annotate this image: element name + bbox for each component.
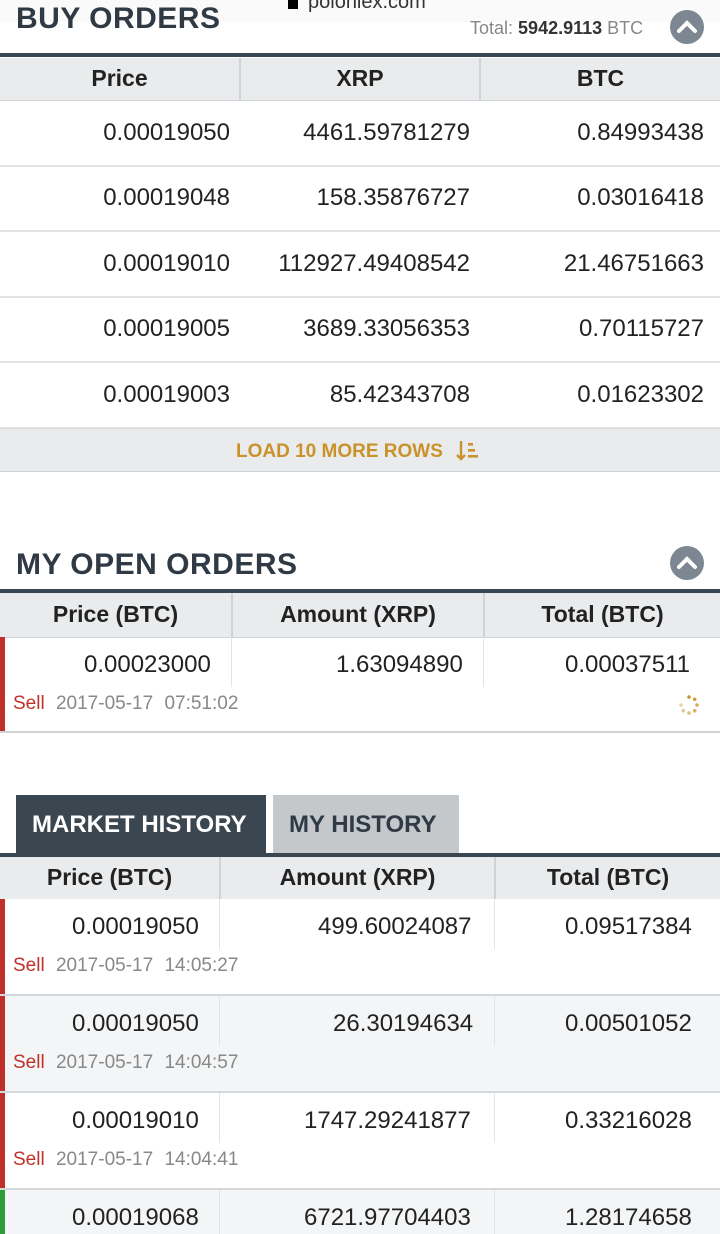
table-header: Price XRP BTC <box>0 58 720 101</box>
cell-price: 0.00019003 <box>0 362 240 429</box>
trade-time: 14:04:57 <box>164 1052 239 1073</box>
table-header: Price (BTC) Amount (XRP) Total (BTC) <box>0 857 720 900</box>
cell-total: 0.33216028 <box>565 1107 692 1134</box>
history-header: Price (BTC) Amount (XRP) Total (BTC) <box>0 857 720 900</box>
cell-total: 0.01623302 <box>480 362 720 429</box>
order-date: 2017-05-17 <box>55 693 154 714</box>
collapse-up-icon[interactable] <box>670 546 704 580</box>
cell-amount: 3689.33056353 <box>240 296 480 363</box>
cell-total: 0.84993438 <box>480 100 720 167</box>
buy-orders-total: Total: 5942.9113 BTC <box>470 18 643 39</box>
open-orders-header: Price (BTC) Amount (XRP) Total (BTC) <box>0 593 720 638</box>
column-header-btc[interactable]: BTC <box>480 58 720 101</box>
cell-amount: 158.35876727 <box>240 165 480 232</box>
history-row[interactable]: 0.00019010 1747.29241877 0.33216028 Sell… <box>0 1093 720 1190</box>
column-header-xrp[interactable]: XRP <box>240 58 481 101</box>
order-time: 07:51:02 <box>164 693 239 714</box>
cell-price: 0.00019050 <box>72 1010 199 1037</box>
cell-total: 0.00501052 <box>565 1010 692 1037</box>
trade-meta: Sell 2017-05-17 14:05:27 <box>13 955 238 977</box>
cell-total: 0.03016418 <box>480 165 720 232</box>
trade-date: 2017-05-17 <box>55 1149 154 1170</box>
cell-price: 0.00023000 <box>84 651 211 678</box>
collapse-up-icon[interactable] <box>670 10 704 44</box>
history-row[interactable]: 0.00019068 6721.97704403 1.28174658 <box>0 1190 720 1234</box>
trade-time: 14:04:41 <box>164 1149 239 1170</box>
trade-time: 14:05:27 <box>164 955 239 976</box>
cell-amount: 499.60024087 <box>318 913 472 940</box>
cell-amount: 1747.29241877 <box>304 1107 471 1134</box>
cell-price: 0.00019050 <box>72 913 199 940</box>
url-text: poloniex.com <box>308 0 426 13</box>
cell-total: 0.70115727 <box>480 296 720 363</box>
trade-meta: Sell 2017-05-17 14:04:41 <box>13 1149 238 1171</box>
table-header: Price (BTC) Amount (XRP) Total (BTC) <box>0 593 720 638</box>
cell-total: 0.09517384 <box>565 913 692 940</box>
history-row[interactable]: 0.00019050 499.60024087 0.09517384 Sell … <box>0 899 720 996</box>
total-value: 5942.9113 <box>518 18 603 38</box>
history-row[interactable]: 0.00019050 26.30194634 0.00501052 Sell 2… <box>0 996 720 1093</box>
table-row[interactable]: 0.00019003 85.42343708 0.01623302 <box>0 362 720 429</box>
cell-amount: 26.30194634 <box>333 1010 474 1037</box>
cell-price: 0.00019050 <box>0 100 240 167</box>
table-row[interactable]: 0.00019048 158.35876727 0.03016418 <box>0 165 720 232</box>
tab-my-history[interactable]: MY HISTORY <box>273 795 459 853</box>
buy-orders-table: Price XRP BTC 0.00019050 4461.59781279 0… <box>0 58 720 429</box>
trade-side: Sell <box>13 1052 45 1073</box>
column-header-total[interactable]: Total (BTC) <box>484 593 720 638</box>
column-header-amount[interactable]: Amount (XRP) <box>232 593 485 638</box>
column-header-price[interactable]: Price <box>0 58 241 101</box>
cell-price: 0.00019010 <box>72 1107 199 1134</box>
table-row[interactable]: 0.00019050 4461.59781279 0.84993438 <box>0 100 720 167</box>
trade-meta: Sell 2017-05-17 14:04:57 <box>13 1052 238 1074</box>
buy-orders-title: BUY ORDERS <box>16 2 221 35</box>
cell-price: 0.00019068 <box>72 1204 199 1231</box>
cell-price: 0.00019048 <box>0 165 240 232</box>
table-row[interactable]: 0.00019005 3689.33056353 0.70115727 <box>0 296 720 363</box>
trade-date: 2017-05-17 <box>55 1052 154 1073</box>
load-more-label: LOAD 10 MORE ROWS <box>236 441 443 462</box>
cell-amount: 1.63094890 <box>336 651 463 678</box>
table-row[interactable]: 0.00019010 112927.49408542 21.46751663 <box>0 231 720 298</box>
trade-side: Sell <box>13 955 45 976</box>
column-header-total[interactable]: Total (BTC) <box>495 857 720 900</box>
tab-market-history[interactable]: MARKET HISTORY <box>16 795 266 853</box>
open-order-row[interactable]: 0.00023000 1.63094890 0.00037511 Sell 20… <box>0 637 720 733</box>
total-unit: BTC <box>607 18 644 38</box>
cell-amount: 85.42343708 <box>240 362 480 429</box>
trade-date: 2017-05-17 <box>55 955 154 976</box>
sort-rows-icon <box>456 441 478 461</box>
order-meta: Sell 2017-05-17 07:51:02 <box>13 693 238 715</box>
total-label: Total: <box>470 18 514 38</box>
trade-side: Sell <box>13 1149 45 1170</box>
cell-price: 0.00019010 <box>0 231 240 298</box>
loading-spinner-icon[interactable] <box>678 694 700 716</box>
open-orders-title: MY OPEN ORDERS <box>16 548 298 581</box>
cell-price: 0.00019005 <box>0 296 240 363</box>
load-more-button[interactable]: LOAD 10 MORE ROWS <box>0 428 720 472</box>
column-header-price[interactable]: Price (BTC) <box>0 593 233 638</box>
cell-total: 0.00037511 <box>565 651 691 678</box>
order-side: Sell <box>13 693 45 714</box>
buy-orders-divider <box>0 53 720 57</box>
lock-icon <box>288 0 298 9</box>
cell-amount: 6721.97704403 <box>304 1204 471 1231</box>
cell-amount: 112927.49408542 <box>240 231 480 298</box>
cell-total: 21.46751663 <box>480 231 720 298</box>
cell-total: 1.28174658 <box>565 1204 692 1231</box>
column-header-amount[interactable]: Amount (XRP) <box>220 857 496 900</box>
cell-amount: 4461.59781279 <box>240 100 480 167</box>
column-header-price[interactable]: Price (BTC) <box>0 857 221 900</box>
